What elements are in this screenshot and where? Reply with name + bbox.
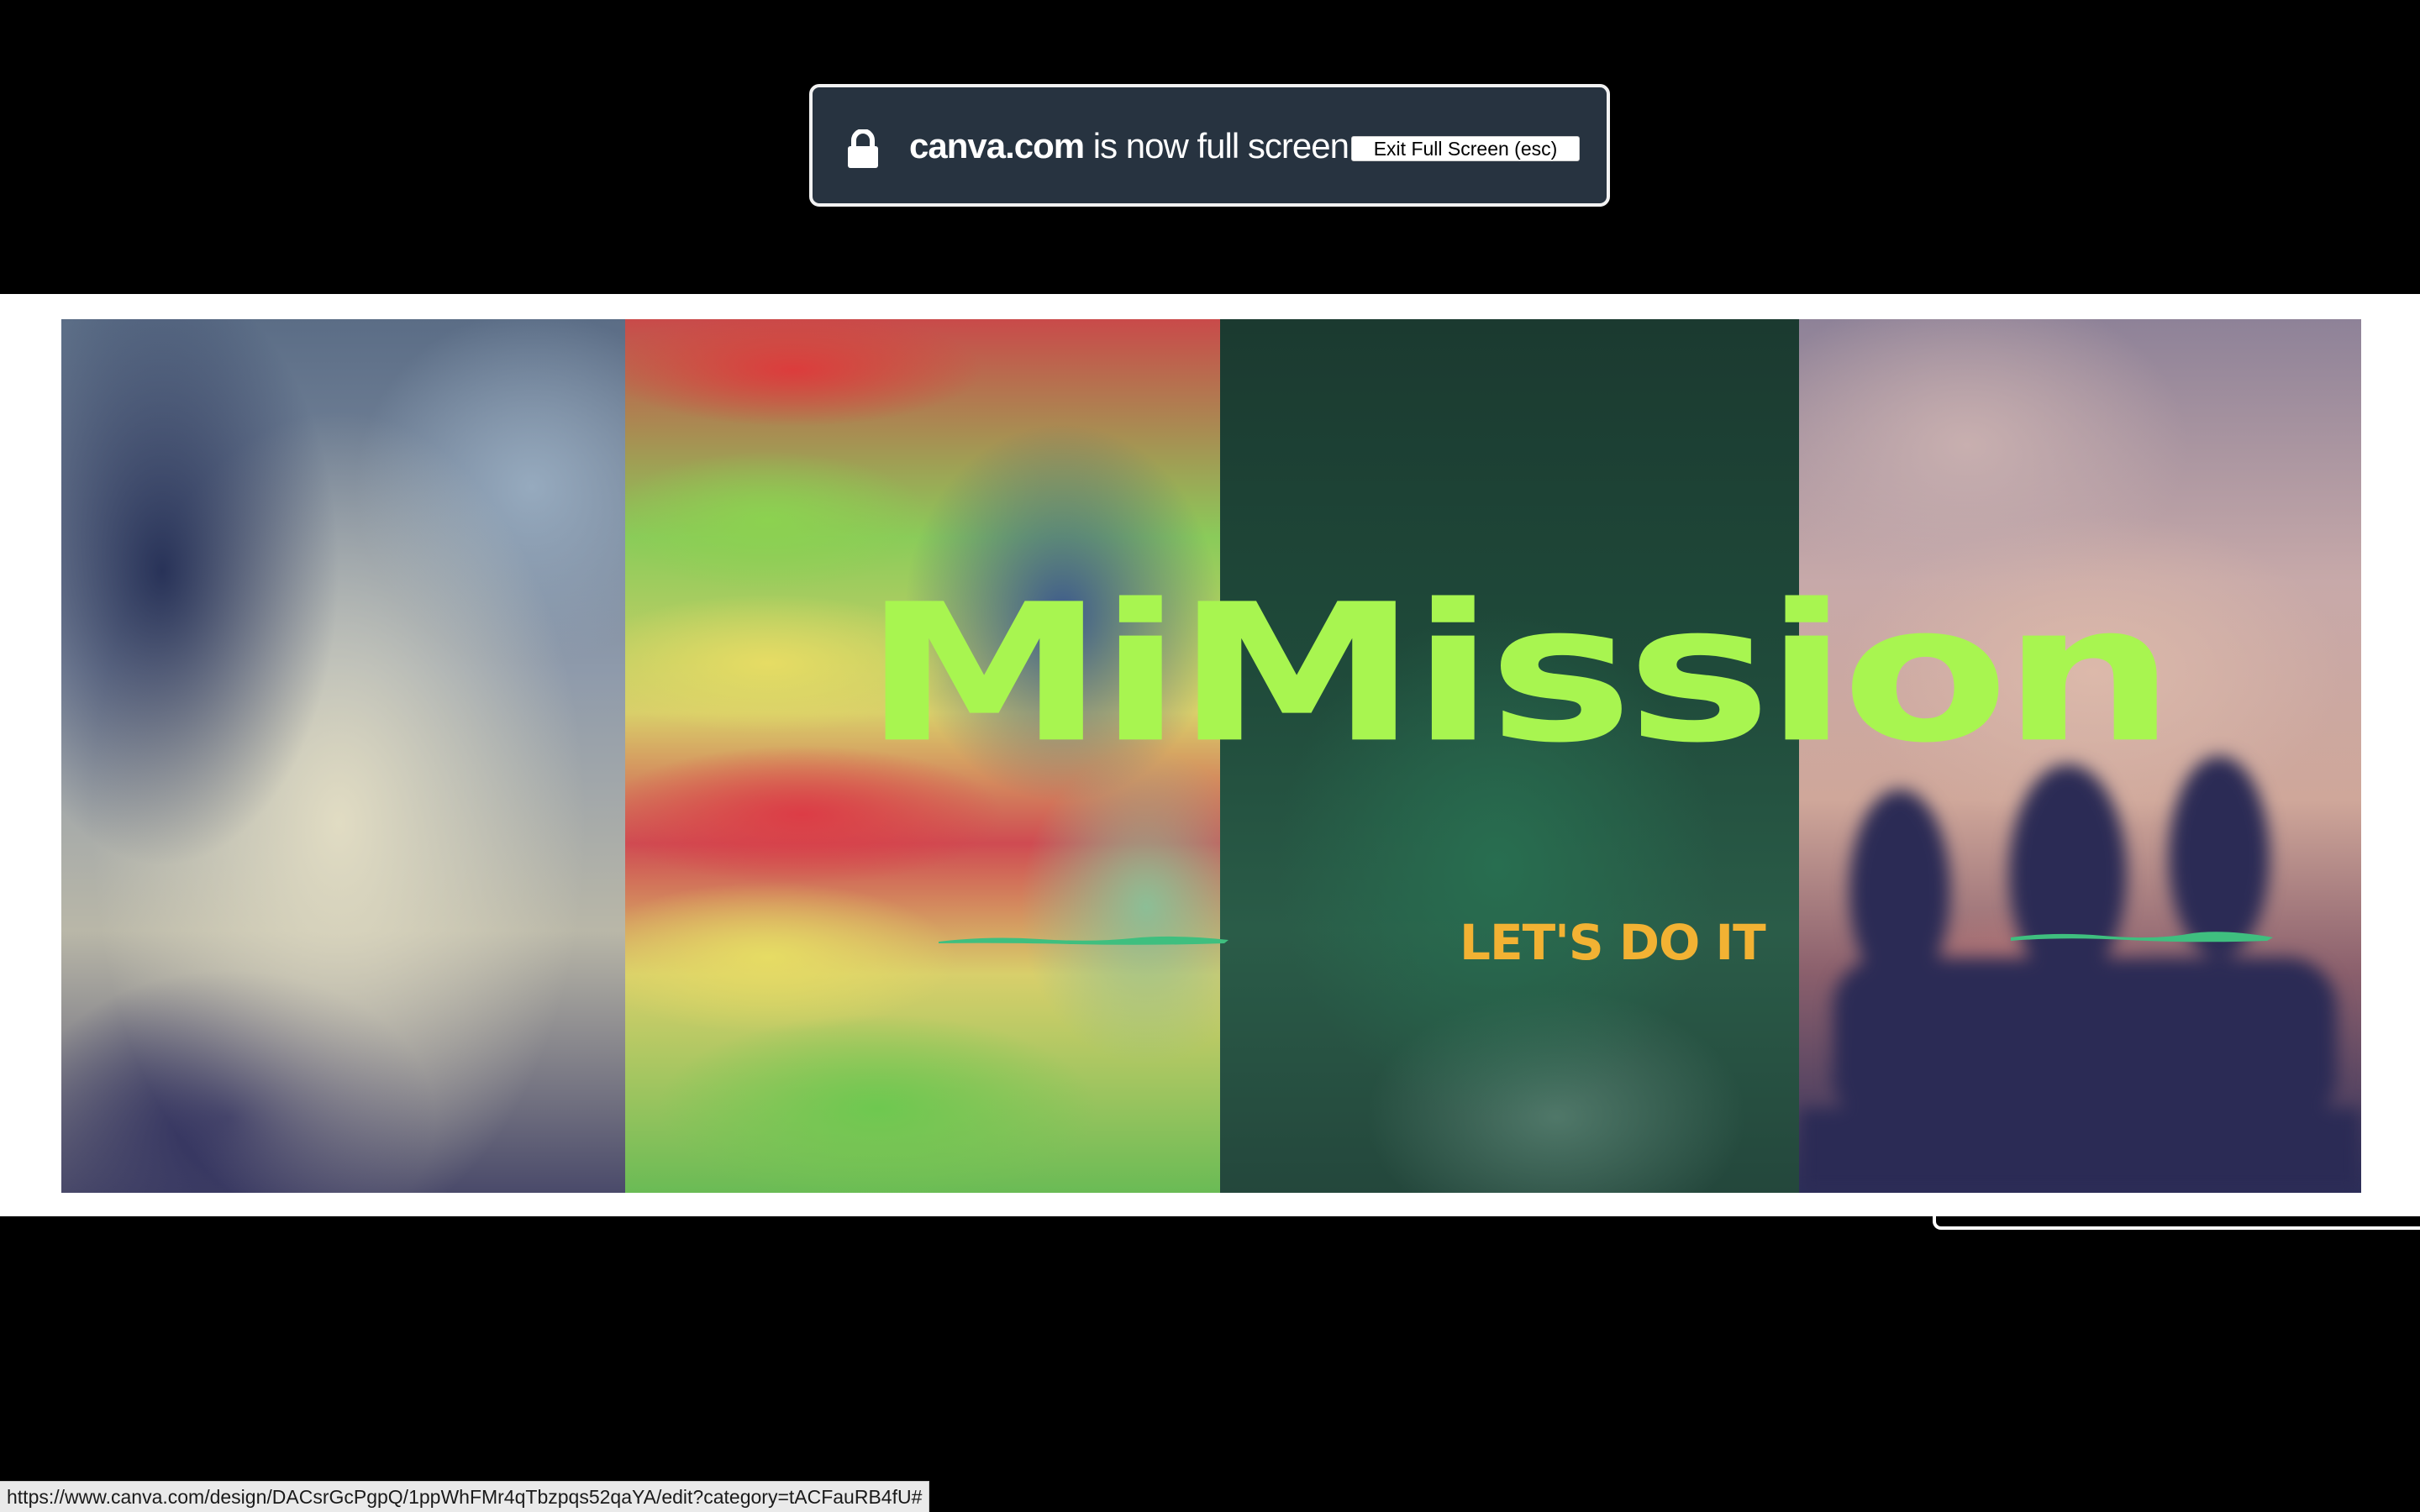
- fullscreen-presentation: canva.com is now full screen Exit Full S…: [0, 0, 2420, 1512]
- slide-title[interactable]: MiMission: [863, 580, 2175, 769]
- lock-icon: [848, 129, 878, 168]
- slide-subtitle[interactable]: LET'S DO IT: [1460, 914, 1766, 971]
- link-status-url: https://www.canva.com/design/DACsrGcPgpQ…: [0, 1481, 930, 1512]
- exit-fullscreen-button[interactable]: Exit Full Screen (esc): [1351, 136, 1580, 161]
- fullscreen-domain: canva.com: [909, 126, 1085, 165]
- brush-stroke-right: [2011, 932, 2273, 942]
- fullscreen-message: canva.com is now full screen: [909, 126, 1349, 166]
- fullscreen-message-text: is now full screen: [1084, 126, 1349, 165]
- background-photo-panel: [61, 319, 625, 1193]
- frame-tab: [1933, 1210, 2420, 1230]
- brush-stroke-left: [939, 936, 1228, 945]
- fullscreen-notification: canva.com is now full screen Exit Full S…: [809, 84, 1610, 207]
